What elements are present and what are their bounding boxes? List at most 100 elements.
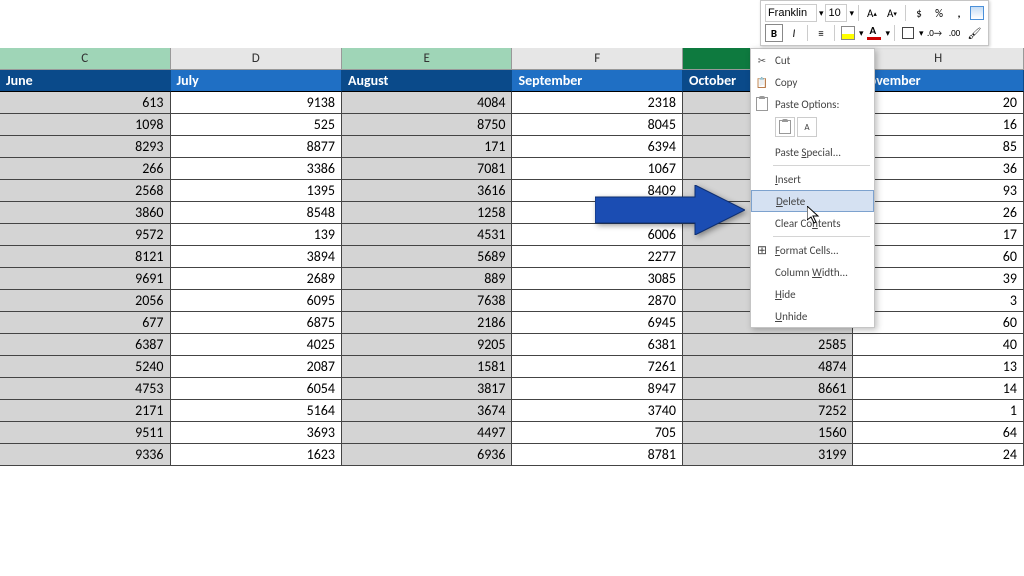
cell[interactable]: 889 (342, 268, 513, 290)
cell[interactable]: 7252 (683, 400, 854, 422)
cell[interactable]: 1581 (342, 356, 513, 378)
cell[interactable]: 7261 (512, 356, 683, 378)
align-icon[interactable]: ≡ (812, 24, 830, 42)
cell[interactable]: 3386 (171, 158, 342, 180)
cell[interactable]: 8121 (0, 246, 171, 268)
cell[interactable]: 4084 (342, 92, 513, 114)
column-header-F[interactable]: F (512, 48, 683, 69)
cell[interactable]: 3199 (683, 444, 854, 466)
menu-copy[interactable]: Copy (751, 71, 874, 93)
cell[interactable]: 9205 (342, 334, 513, 356)
cell[interactable]: 4497 (342, 422, 513, 444)
cell[interactable]: 266 (0, 158, 171, 180)
cell[interactable]: 1258 (342, 202, 513, 224)
decimal-increase-icon[interactable]: .0→ (926, 24, 944, 42)
cell[interactable]: 7638 (342, 290, 513, 312)
cell[interactable]: 6095 (171, 290, 342, 312)
cell[interactable]: 8293 (0, 136, 171, 158)
currency-icon[interactable]: $ (910, 4, 928, 22)
font-color-dropdown-icon[interactable]: ▾ (885, 28, 890, 39)
decrease-font-icon[interactable]: A▾ (883, 4, 901, 22)
cell[interactable]: 14 (853, 378, 1024, 400)
cell[interactable]: 6387 (0, 334, 171, 356)
column-header-E[interactable]: E (342, 48, 513, 69)
cell[interactable]: 8750 (342, 114, 513, 136)
fill-dropdown-icon[interactable]: ▾ (859, 28, 864, 39)
cell[interactable]: 6394 (512, 136, 683, 158)
cell[interactable]: 3693 (171, 422, 342, 444)
table-format-icon[interactable] (970, 6, 984, 20)
cell[interactable]: 1560 (683, 422, 854, 444)
cell[interactable]: 705 (512, 422, 683, 444)
cell[interactable]: 17 (853, 224, 1024, 246)
borders-dropdown-icon[interactable]: ▾ (919, 28, 924, 39)
cell[interactable]: 2171 (0, 400, 171, 422)
cell[interactable]: 6936 (342, 444, 513, 466)
cell[interactable]: 9138 (171, 92, 342, 114)
menu-paste-special[interactable]: Paste Special... (751, 141, 874, 163)
font-size-input[interactable] (825, 4, 847, 22)
menu-column-width[interactable]: Column Width... (751, 261, 874, 283)
cell[interactable]: 1098 (0, 114, 171, 136)
cell[interactable]: 7081 (342, 158, 513, 180)
cell[interactable]: 8781 (512, 444, 683, 466)
cell[interactable]: 2087 (171, 356, 342, 378)
cell[interactable]: 2056 (0, 290, 171, 312)
italic-icon[interactable]: I (785, 24, 803, 42)
font-color-icon[interactable] (865, 24, 883, 42)
cell[interactable]: 8661 (683, 378, 854, 400)
cell[interactable]: 3860 (0, 202, 171, 224)
cell[interactable]: 3740 (512, 400, 683, 422)
header-cell[interactable]: November (853, 70, 1024, 92)
cell[interactable]: 5164 (171, 400, 342, 422)
menu-insert[interactable]: Insert (751, 168, 874, 190)
cell[interactable]: 39 (853, 268, 1024, 290)
bold-icon[interactable]: B (765, 24, 783, 42)
cell[interactable]: 2318 (512, 92, 683, 114)
cell[interactable]: 85 (853, 136, 1024, 158)
menu-clear[interactable]: Clear Contents (751, 212, 874, 234)
cell[interactable]: 93 (853, 180, 1024, 202)
cell[interactable]: 4753 (0, 378, 171, 400)
cell[interactable]: 1 (853, 400, 1024, 422)
decimal-decrease-icon[interactable]: .00 (946, 24, 964, 42)
cell[interactable]: 2689 (171, 268, 342, 290)
header-cell[interactable]: July (171, 70, 342, 92)
cell[interactable]: 9336 (0, 444, 171, 466)
paste-option-all[interactable] (775, 117, 795, 137)
cell[interactable]: 8548 (171, 202, 342, 224)
cell[interactable]: 3817 (342, 378, 513, 400)
cell[interactable]: 8045 (512, 114, 683, 136)
comma-icon[interactable]: , (950, 4, 968, 22)
format-painter-icon[interactable]: 🖌 (966, 24, 984, 42)
borders-icon[interactable] (899, 24, 917, 42)
menu-unhide[interactable]: Unhide (751, 305, 874, 327)
cell[interactable]: 36 (853, 158, 1024, 180)
cell[interactable]: 40 (853, 334, 1024, 356)
cell[interactable]: 24 (853, 444, 1024, 466)
cell[interactable]: 171 (342, 136, 513, 158)
cell[interactable]: 3085 (512, 268, 683, 290)
cell[interactable]: 16 (853, 114, 1024, 136)
cell[interactable]: 139 (171, 224, 342, 246)
column-header-D[interactable]: D (171, 48, 342, 69)
cell[interactable]: 4531 (342, 224, 513, 246)
cell[interactable]: 8947 (512, 378, 683, 400)
column-header-H[interactable]: H (853, 48, 1024, 69)
cell[interactable]: 5240 (0, 356, 171, 378)
menu-hide[interactable]: Hide (751, 283, 874, 305)
column-header-C[interactable]: C (0, 48, 171, 69)
cell[interactable]: 1623 (171, 444, 342, 466)
cell[interactable]: 2585 (683, 334, 854, 356)
cell[interactable]: 613 (0, 92, 171, 114)
cell[interactable]: 4874 (683, 356, 854, 378)
cell[interactable]: 9511 (0, 422, 171, 444)
font-dropdown-icon[interactable]: ▾ (819, 8, 824, 19)
cell[interactable]: 13 (853, 356, 1024, 378)
cell[interactable]: 9572 (0, 224, 171, 246)
cell[interactable]: 64 (853, 422, 1024, 444)
header-cell[interactable]: September (512, 70, 683, 92)
cell[interactable]: 60 (853, 312, 1024, 334)
paste-option-values[interactable]: A (797, 117, 817, 137)
cell[interactable]: 6381 (512, 334, 683, 356)
